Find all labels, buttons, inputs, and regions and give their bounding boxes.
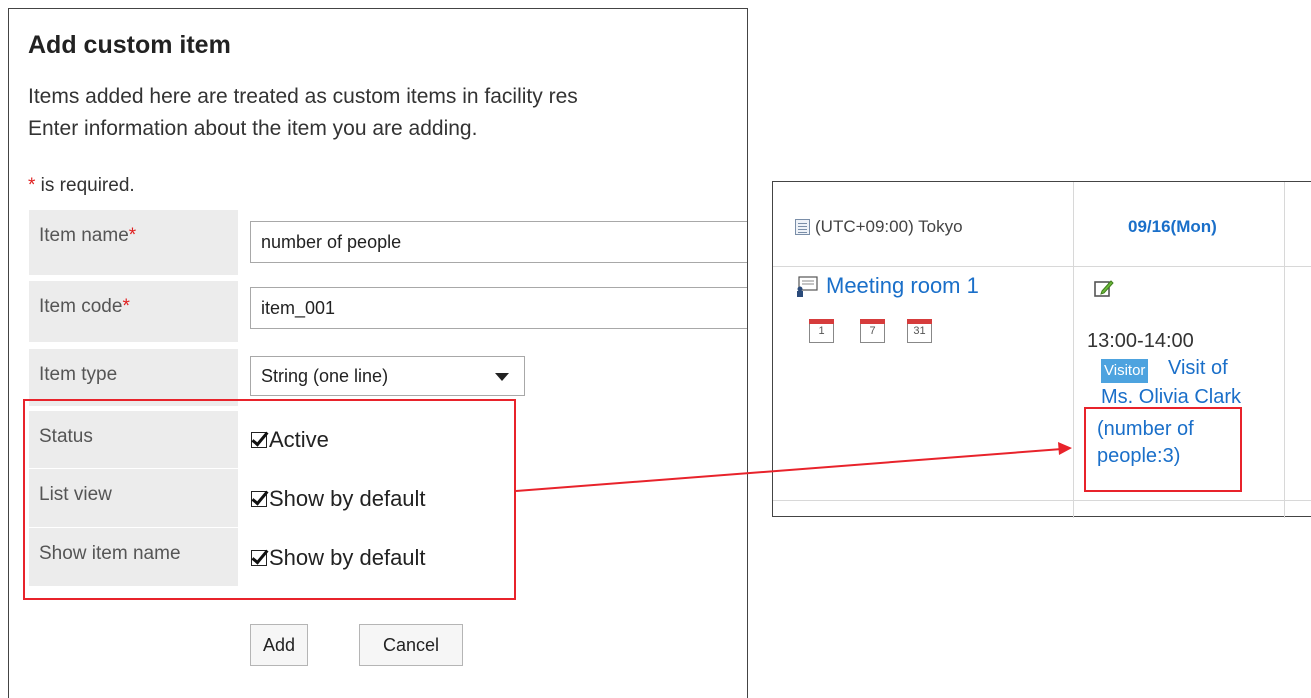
required-star: * [128,225,137,246]
event-title-line-2[interactable]: Ms. Olivia Clark [1101,386,1241,409]
item-type-selected-value: String (one line) [261,366,389,386]
page-title: Add custom item [28,31,231,59]
item-type-label: Item type [39,364,118,385]
column-divider [1073,182,1074,518]
column-divider [1284,182,1285,518]
description-line-2: Enter information about the item you are… [28,117,478,140]
item-type-select[interactable]: String (one line) [250,356,525,396]
event-time: 13:00-14:00 [1087,330,1194,352]
add-button[interactable]: Add [250,624,308,666]
meeting-room-link[interactable]: Meeting room 1 [826,273,979,299]
required-star: * [122,296,130,317]
timezone-label: (UTC+09:00) Tokyo [815,217,963,236]
item-type-label-cell: Item type [29,349,238,406]
description-line-1: Items added here are treated as custom i… [28,85,578,108]
item-code-label-cell: Item code* [29,281,238,342]
edit-icon[interactable] [1094,278,1114,298]
item-code-label: Item code* [39,296,130,317]
month-view-calendar-icon[interactable]: 31 [907,319,932,343]
week-view-calendar-icon[interactable]: 7 [860,319,885,343]
chevron-down-icon [495,373,509,381]
required-note-text: is required. [35,175,135,196]
item-name-input[interactable] [250,221,747,263]
item-name-label-cell: Item name* [29,210,238,275]
row-divider [773,500,1311,501]
date-header-link[interactable]: 09/16(Mon) [1128,217,1217,237]
highlight-box-settings [23,399,516,600]
add-custom-item-panel: Add custom item Items added here are tre… [8,8,748,698]
meeting-room-icon [797,276,818,297]
day-view-calendar-icon[interactable]: 1 [809,319,834,343]
visitor-badge: Visitor [1101,359,1149,383]
timezone-icon [795,219,810,235]
event-title-line-1[interactable]: Visit of [1168,357,1228,380]
cancel-button[interactable]: Cancel [359,624,463,666]
facility-calendar-preview: (UTC+09:00) Tokyo 09/16(Mon) Meeting roo… [772,181,1311,518]
required-note: * is required. [28,175,135,197]
highlight-box-custom-item [1084,407,1242,492]
item-name-label: Item name* [39,225,137,246]
item-code-input[interactable] [250,287,747,329]
